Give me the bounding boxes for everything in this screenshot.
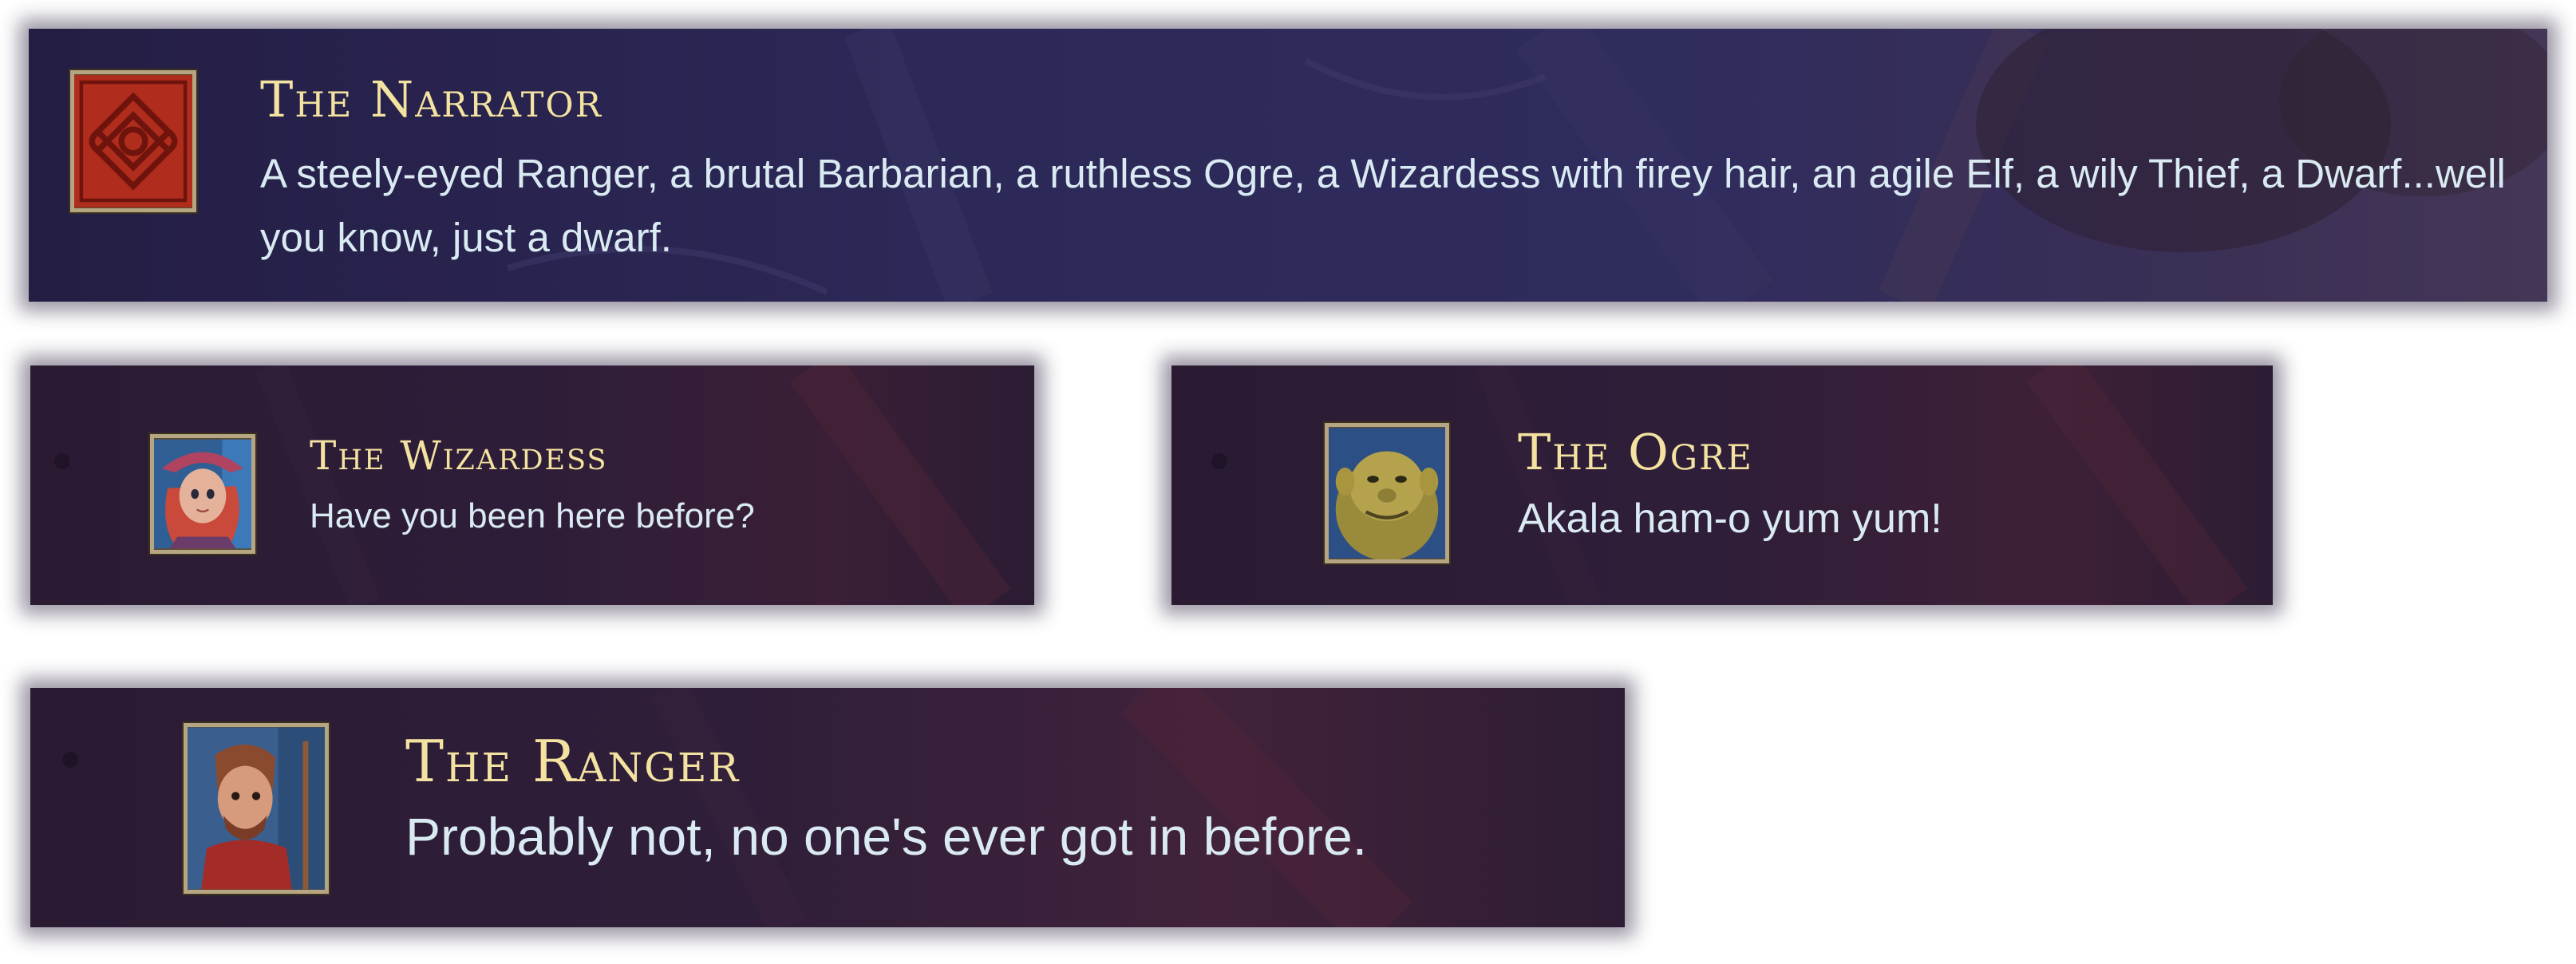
speaker-name: The Narrator (260, 70, 603, 128)
wizardess-portrait (150, 434, 255, 554)
narrator-portrait (70, 70, 196, 212)
ranger-dialogue-box: The Ranger Probably not, no one's ever g… (30, 688, 1625, 927)
ogre-portrait-image (1329, 428, 1445, 559)
speaker-name: The Ranger (405, 728, 741, 795)
dialogue-text: Have you been here before? (310, 496, 755, 535)
celtic-knot-emblem-icon (74, 75, 192, 207)
ogre-portrait (1325, 423, 1449, 563)
ranger-portrait (184, 723, 329, 894)
dialogue-text: A steely-eyed Ranger, a brutal Barbarian… (260, 151, 2506, 260)
narrator-dialogue-box: The Narrator A steely-eyed Ranger, a bru… (29, 29, 2547, 302)
wizardess-portrait-image (154, 439, 251, 549)
speaker-name: The Wizardess (310, 433, 608, 479)
dialogue-text: Probably not, no one's ever got in befor… (405, 807, 1368, 866)
dialogue-text: Akala ham-o yum yum! (1518, 496, 1942, 542)
speaker-name: The Ogre (1518, 423, 1753, 481)
ranger-portrait-image (188, 727, 325, 890)
wizardess-dialogue-box: The Wizardess Have you been here before? (30, 365, 1034, 605)
ogre-dialogue-box: The Ogre Akala ham-o yum yum! (1171, 365, 2273, 605)
